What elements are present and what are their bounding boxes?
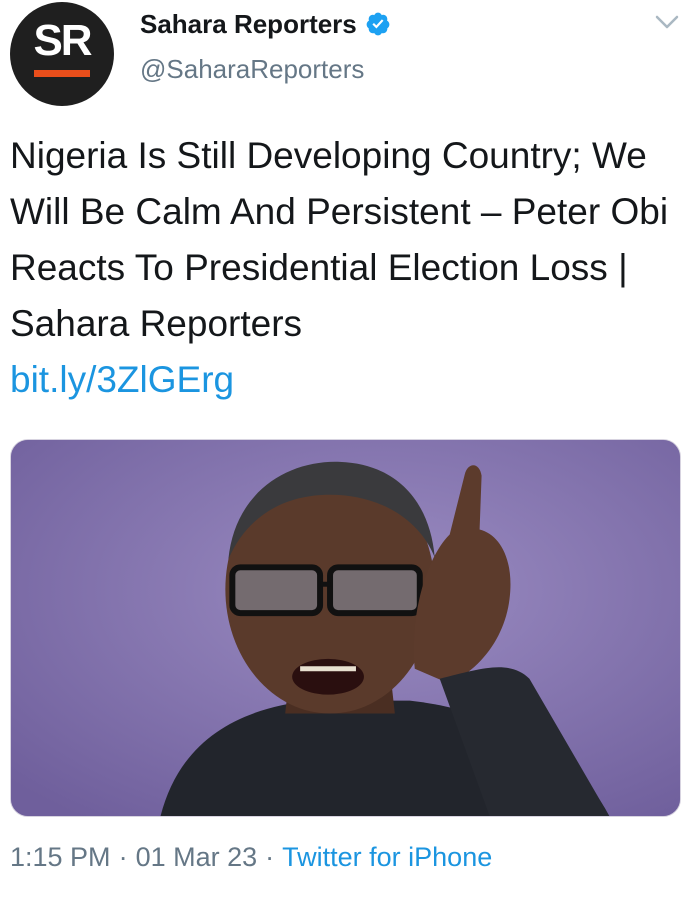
meta-separator: · (118, 842, 128, 872)
author-name-row: Sahara Reporters (140, 6, 391, 42)
tweet-body: Nigeria Is Still Developing Country; We … (10, 128, 680, 408)
tweet-photo[interactable] (10, 439, 681, 817)
tweet-link[interactable]: bit.ly/3ZlGErg (10, 352, 680, 408)
meta-separator-2: · (265, 842, 275, 872)
tweet-card: SR Sahara Reporters @SaharaReporters Nig… (0, 0, 686, 898)
verified-badge-icon (366, 12, 390, 36)
avatar[interactable]: SR (10, 2, 114, 106)
chevron-down-icon[interactable] (652, 10, 682, 34)
avatar-logo-text: SR (33, 16, 92, 65)
tweet-time[interactable]: 1:15 PM (10, 842, 111, 872)
photo-illustration (11, 440, 680, 816)
tweet-date[interactable]: 01 Mar 23 (136, 842, 258, 872)
tweet-text: Nigeria Is Still Developing Country; We … (10, 135, 669, 344)
tweet-meta: 1:15 PM · 01 Mar 23 · Twitter for iPhone (10, 842, 492, 873)
author-display-name[interactable]: Sahara Reporters (140, 9, 357, 40)
avatar-logo-bar (34, 70, 90, 77)
author-handle[interactable]: @SaharaReporters (140, 54, 364, 85)
tweet-source-link[interactable]: Twitter for iPhone (282, 842, 492, 872)
